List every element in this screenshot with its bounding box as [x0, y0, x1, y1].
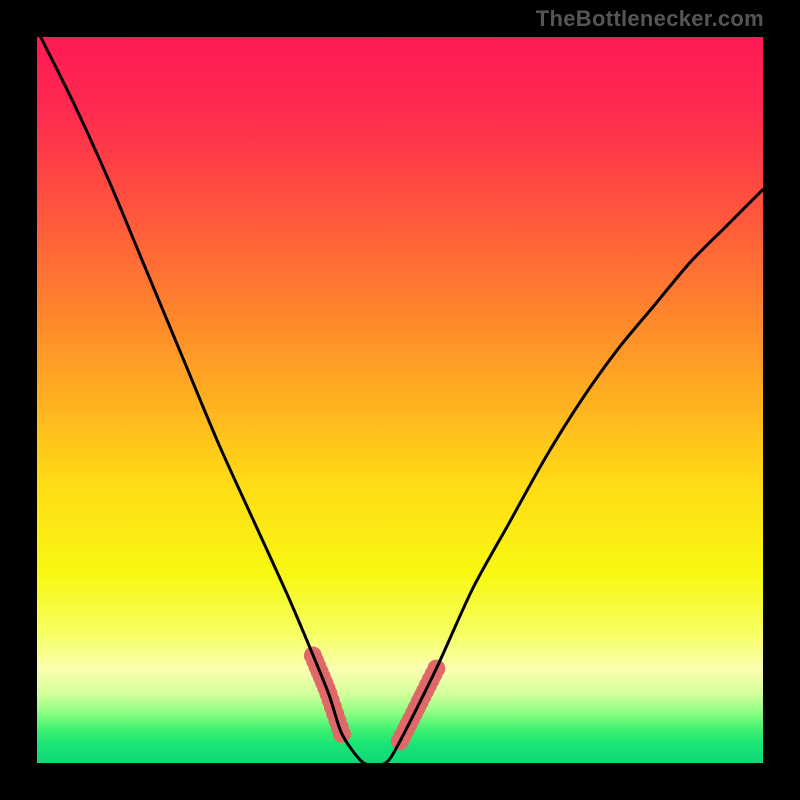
chart-frame: TheBottlenecker.com [0, 0, 800, 800]
gradient-background [37, 37, 763, 763]
watermark-text: TheBottlenecker.com [536, 6, 764, 32]
plot-area [37, 37, 763, 763]
